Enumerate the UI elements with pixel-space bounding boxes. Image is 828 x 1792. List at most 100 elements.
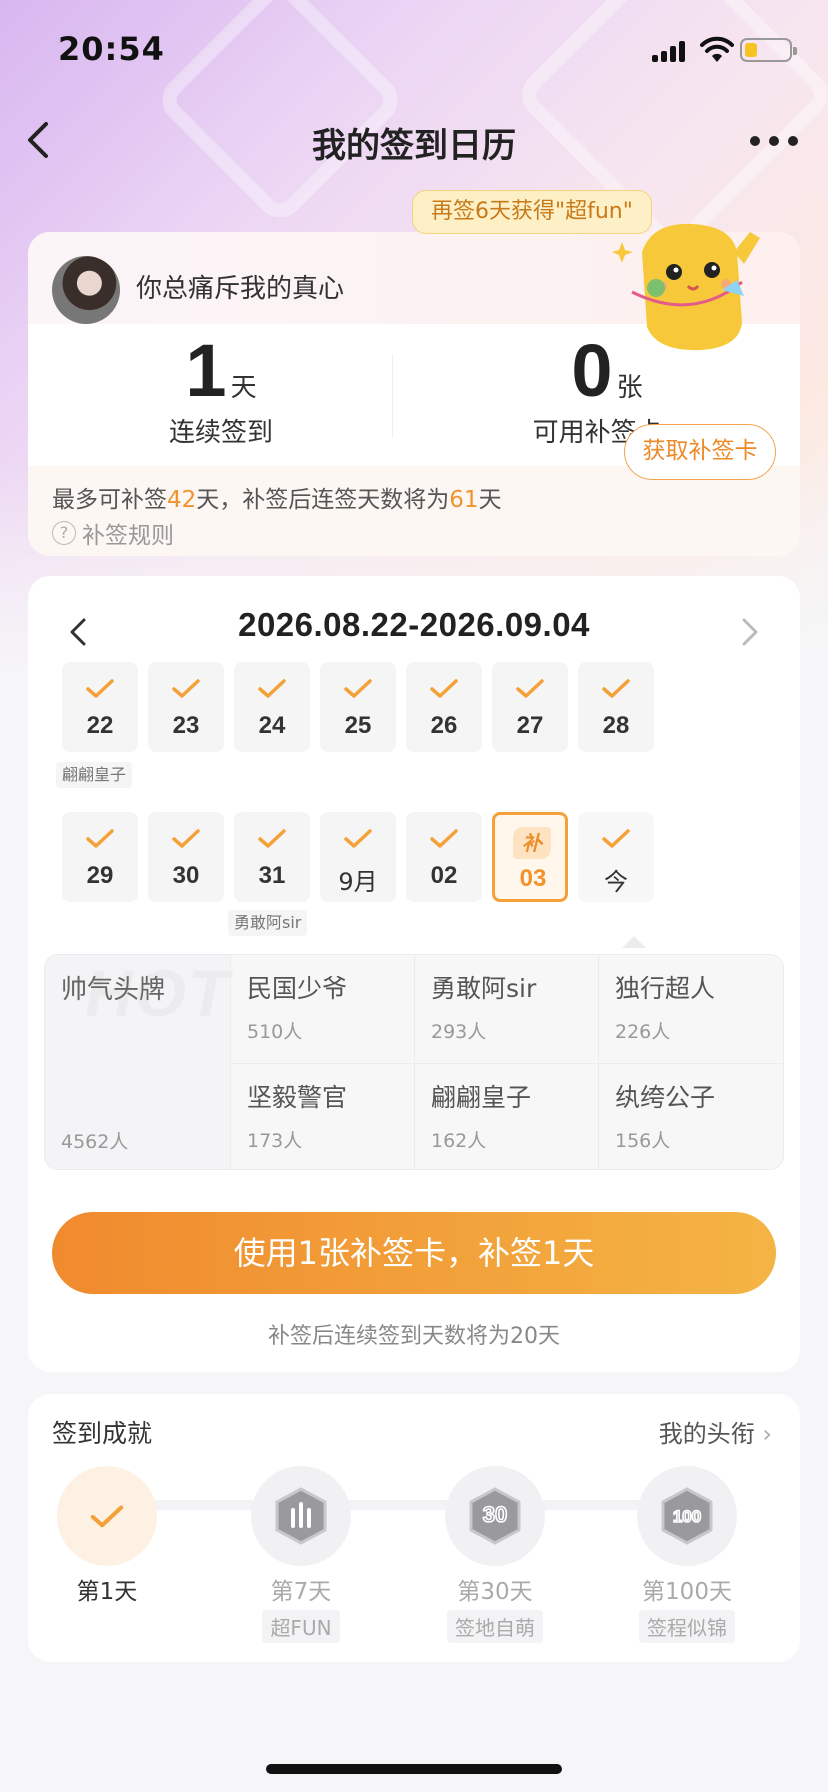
check-icon xyxy=(429,828,459,850)
calendar-day[interactable]: 23 xyxy=(148,662,224,752)
next-week-icon[interactable] xyxy=(734,612,764,652)
check-icon xyxy=(85,828,115,850)
calendar-day[interactable]: 9月 xyxy=(320,812,396,902)
check-icon xyxy=(343,678,373,700)
title-count: 293人 xyxy=(431,1021,487,1043)
achievement-item[interactable]: 第1天 xyxy=(32,1466,182,1606)
stat-value: 0 xyxy=(571,329,613,412)
more-icon[interactable] xyxy=(750,136,798,148)
achievements-title: 签到成就 xyxy=(52,1419,153,1448)
rock-hand-badge-icon xyxy=(251,1466,351,1566)
use-makeup-card-button[interactable]: 使用1张补签卡，补签1天 xyxy=(52,1212,776,1294)
stat-unit: 张 xyxy=(616,373,643,403)
day-number: 03 xyxy=(519,865,547,892)
day-number: 28 xyxy=(602,712,630,739)
day-title-tag: 勇敢阿sir xyxy=(228,910,308,936)
calendar-day[interactable]: 02 xyxy=(406,812,482,902)
achievement-title-tag: 超FUN xyxy=(262,1610,340,1643)
calendar-day[interactable]: 22 xyxy=(62,662,138,752)
username: 你总痛斥我的真心 xyxy=(136,274,345,304)
day-number: 23 xyxy=(172,712,200,739)
avatar[interactable] xyxy=(52,256,120,324)
title-cell[interactable]: 坚毅警官 173人 xyxy=(231,1063,415,1169)
achievement-item[interactable]: 30 第30天签地自萌 xyxy=(420,1466,570,1643)
title-name: 勇敢阿sir xyxy=(431,974,537,1003)
title-name: 独行超人 xyxy=(615,974,716,1003)
title-cell[interactable]: 独行超人 226人 xyxy=(599,955,783,1063)
days-after-makeup: 61 xyxy=(449,487,479,513)
achievement-title-tag: 签地自萌 xyxy=(447,1610,543,1643)
achievement-title-tag: 签程似锦 xyxy=(639,1610,735,1643)
my-titles-link[interactable]: 我的头衔 › xyxy=(659,1414,772,1449)
calendar-day[interactable]: 26 xyxy=(406,662,482,752)
makeup-info-text: 最多可补签42天，补签后连签天数将为61天 xyxy=(52,487,502,513)
calendar-card: 2026.08.22-2026.09.04 22 翩翩皇子 23 24 25 26 27 28… xyxy=(28,576,800,1372)
stat-unit: 天 xyxy=(230,373,257,403)
title-cell[interactable]: 民国少爷 510人 xyxy=(231,955,415,1063)
check-icon xyxy=(85,678,115,700)
stat-value: 1 xyxy=(185,329,227,412)
achievement-label: 第100天 xyxy=(642,1579,732,1605)
calendar-day[interactable]: 25 xyxy=(320,662,396,752)
achievement-label: 第30天 xyxy=(457,1579,533,1605)
achievement-item[interactable]: 100 第100天签程似锦 xyxy=(612,1466,762,1643)
achievements-card: 签到成就 我的头衔 › 第1天 第7天 超FUN 30 第30天签地自萌 100 第100天… xyxy=(28,1394,800,1662)
calendar-day[interactable]: 今 xyxy=(578,812,654,902)
question-icon: ? xyxy=(52,521,76,545)
title-cell[interactable]: 翩翩皇子 162人 xyxy=(415,1063,599,1169)
title-cell[interactable]: 纨绔公子 156人 xyxy=(599,1063,783,1169)
svg-text:30: 30 xyxy=(483,1502,507,1527)
title-count: 162人 xyxy=(431,1130,487,1152)
calendar-day[interactable]: 27 xyxy=(492,662,568,752)
calendar-day[interactable]: 31 xyxy=(234,812,310,902)
day-number: 02 xyxy=(430,862,458,889)
check-icon xyxy=(601,828,631,850)
makeup-tag: 补 xyxy=(513,827,551,859)
calendar-day[interactable]: 24 xyxy=(234,662,310,752)
day-number: 29 xyxy=(86,862,114,889)
check-icon xyxy=(601,678,631,700)
check-icon xyxy=(257,678,287,700)
rules-label: 补签规则 xyxy=(82,523,174,549)
title-name: 民国少爷 xyxy=(247,974,348,1003)
day-number: 22 xyxy=(86,712,114,739)
day-number: 30 xyxy=(172,862,200,889)
day-number: 27 xyxy=(516,712,544,739)
stat-label: 连续签到 xyxy=(168,418,273,448)
day-number: 26 xyxy=(430,712,458,739)
consecutive-days-stat: 1天 连续签到 xyxy=(28,332,414,449)
get-makeup-card-button[interactable]: 获取补签卡 xyxy=(624,424,776,480)
date-range: 2026.08.22-2026.09.04 xyxy=(238,606,590,643)
check-icon xyxy=(171,828,201,850)
day-number: 今 xyxy=(604,868,628,896)
title-name: 翩翩皇子 xyxy=(431,1083,532,1112)
mascot-icon xyxy=(612,223,760,351)
achievement-label: 第1天 xyxy=(76,1579,138,1605)
svg-text:100: 100 xyxy=(673,1507,701,1526)
title-name: 坚毅警官 xyxy=(247,1083,348,1112)
calendar-day[interactable]: 29 xyxy=(62,812,138,902)
achievement-item[interactable]: 第7天 超FUN xyxy=(226,1466,376,1643)
status-time: 20:54 xyxy=(58,30,165,68)
calendar-day[interactable]: 28 xyxy=(578,662,654,752)
calendar-day[interactable]: 30 xyxy=(148,812,224,902)
hot-title-cell[interactable]: HOT 帅气头牌 4562人 xyxy=(45,955,231,1169)
title-name: 帅气头牌 xyxy=(61,975,166,1005)
title-count: 510人 xyxy=(247,1021,303,1043)
title-count: 156人 xyxy=(615,1130,671,1152)
selection-pointer xyxy=(622,936,646,948)
title-count: 4562人 xyxy=(61,1131,129,1153)
calendar-day[interactable]: 补 03 xyxy=(492,812,568,902)
100-days-badge-icon: 100 xyxy=(637,1466,737,1566)
page-title: 我的签到日历 xyxy=(312,126,516,166)
30-days-badge-icon: 30 xyxy=(445,1466,545,1566)
makeup-rules-link[interactable]: ? 补签规则 xyxy=(52,516,174,550)
check-icon xyxy=(343,828,373,850)
title-cell[interactable]: 勇敢阿sir 293人 xyxy=(415,955,599,1063)
day-title-tag: 翩翩皇子 xyxy=(56,762,133,788)
battery-icon xyxy=(740,38,797,62)
day-number: 24 xyxy=(258,712,286,739)
home-indicator xyxy=(266,1764,562,1774)
divider xyxy=(392,354,393,438)
check-icon xyxy=(515,678,545,700)
